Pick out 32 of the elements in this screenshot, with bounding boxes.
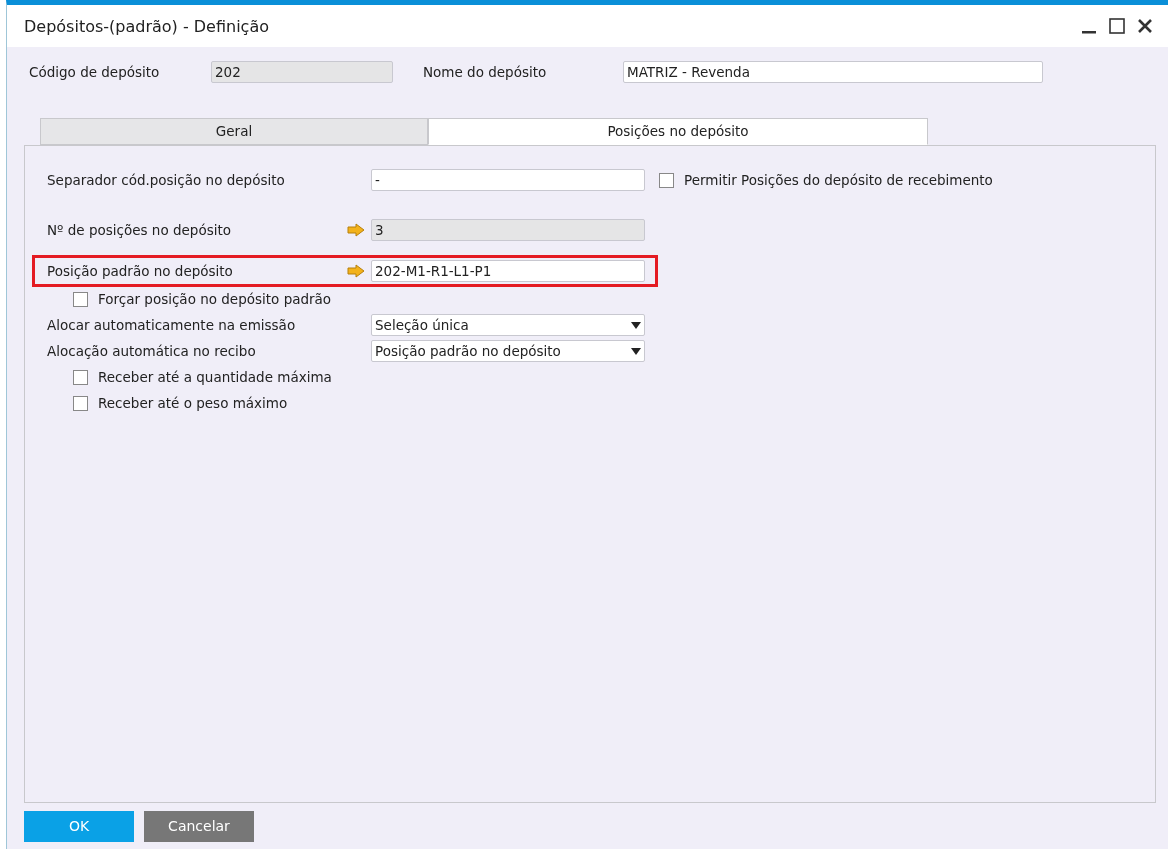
dropdown[interactable]: Posição padrão no depósito (371, 340, 645, 362)
window-title: Depósitos-(padrão) - Definição (24, 16, 269, 36)
field-label: Posição padrão no depósito (47, 263, 234, 279)
checkbox[interactable] (659, 172, 674, 188)
field-label: Separador cód.posição no depósito (47, 172, 286, 188)
tab[interactable]: Geral (40, 118, 428, 145)
dropdown[interactable]: Seleção única (371, 314, 645, 336)
checkbox[interactable] (73, 291, 88, 307)
checkbox-label: Receber até o peso máximo (98, 395, 288, 411)
field-label: Nome do depósito (423, 64, 548, 80)
caret-icon (631, 321, 641, 329)
field-label: Código de depósito (29, 64, 161, 80)
maximize-icon[interactable] (1108, 17, 1126, 35)
checkbox-label: Receber até a quantidade máxima (98, 369, 332, 385)
field-label: Alocação automática no recibo (47, 343, 257, 359)
caret-icon (631, 347, 641, 355)
checkbox[interactable] (73, 395, 88, 411)
input-field[interactable]: 3 (371, 219, 645, 241)
input-field[interactable]: MATRIZ - Revenda (623, 61, 1043, 83)
checkbox[interactable] (73, 369, 88, 385)
field-label: Nº de posições no depósito (47, 222, 232, 238)
cancel-button[interactable]: Cancelar (144, 810, 254, 842)
tab[interactable]: Posições no depósito (428, 118, 928, 145)
field-label: Alocar automaticamente na emissão (47, 317, 297, 333)
checkbox-label: Permitir Posições do depósito de recebimento (684, 172, 993, 188)
checkbox-label: Forçar posição no depósito padrão (98, 291, 332, 307)
arrow-icon[interactable] (347, 264, 365, 278)
input-field[interactable]: 202-M1-R1-L1-P1 (371, 260, 645, 282)
input-field[interactable]: 202 (211, 61, 393, 83)
input-field[interactable]: - (371, 169, 645, 191)
close-icon[interactable] (1136, 17, 1154, 35)
arrow-icon[interactable] (347, 223, 365, 237)
